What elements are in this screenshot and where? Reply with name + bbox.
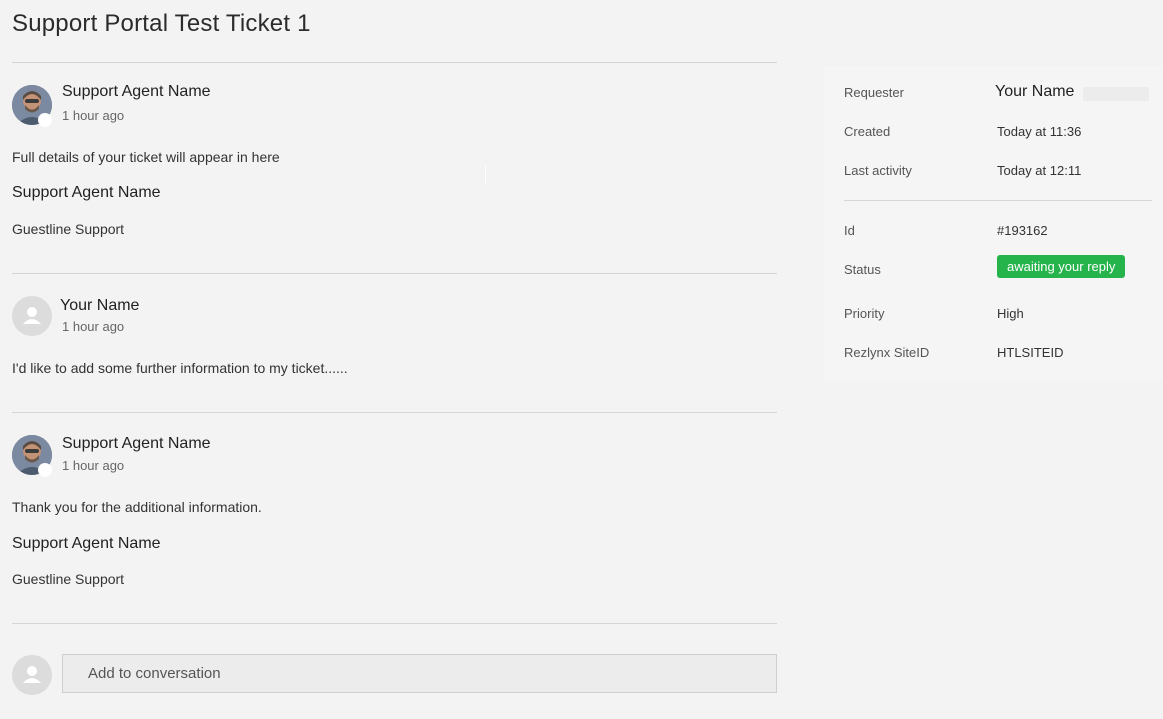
status-label: Status	[844, 262, 881, 277]
ticket-details-panel: Requester Your Name Created Today at 11:…	[824, 66, 1163, 380]
comment-time: 1 hour ago	[62, 108, 125, 123]
priority-label: Priority	[844, 306, 885, 321]
avatar-status-badge	[38, 113, 52, 127]
sidebar-divider	[844, 200, 1152, 201]
site-id-value: HTLSITEID	[997, 345, 1064, 360]
comment-time: 1 hour ago	[62, 319, 125, 334]
user-avatar	[12, 655, 52, 695]
signature-name: Support Agent Name	[12, 184, 161, 201]
reply-area	[12, 624, 777, 696]
comment-author: Your Name	[60, 297, 140, 314]
signature-org: Guestline Support	[12, 221, 125, 237]
signature-name: Support Agent Name	[12, 535, 161, 552]
comment: Support Agent Name 1 hour ago Thank you …	[12, 413, 777, 623]
text-cursor	[485, 166, 486, 184]
user-silhouette-icon	[12, 296, 52, 336]
requester-value: Your Name	[995, 83, 1075, 100]
created-label: Created	[844, 124, 891, 139]
requester-label: Requester	[844, 85, 904, 100]
comment-author: Support Agent Name	[62, 83, 211, 100]
created-value: Today at 11:36	[997, 124, 1082, 139]
comment-body: Full details of your ticket will appear …	[12, 149, 280, 165]
user-avatar	[12, 296, 52, 336]
page-title: Support Portal Test Ticket 1	[12, 10, 311, 37]
comment: Your Name 1 hour ago I'd like to add som…	[12, 274, 777, 412]
avatar-status-badge	[38, 463, 52, 477]
comment-author: Support Agent Name	[62, 435, 211, 452]
signature-org: Guestline Support	[12, 571, 125, 587]
conversation: Support Agent Name 1 hour ago Full detai…	[12, 62, 777, 696]
site-id-label: Rezlynx SiteID	[844, 345, 930, 360]
last-activity-label: Last activity	[844, 163, 912, 178]
user-silhouette-icon	[12, 655, 52, 695]
id-label: Id	[844, 223, 855, 238]
last-activity-value: Today at 12:11	[997, 163, 1082, 178]
requester-redaction	[1083, 87, 1149, 101]
comment: Support Agent Name 1 hour ago Full detai…	[12, 63, 777, 273]
id-value: #193162	[997, 223, 1048, 238]
comment-body: Thank you for the additional information…	[12, 499, 262, 515]
comment-time: 1 hour ago	[62, 458, 125, 473]
status-badge: awaiting your reply	[997, 255, 1126, 278]
priority-value: High	[997, 306, 1024, 321]
add-to-conversation-input[interactable]	[62, 654, 777, 693]
comment-body: I'd like to add some further information…	[12, 360, 348, 376]
